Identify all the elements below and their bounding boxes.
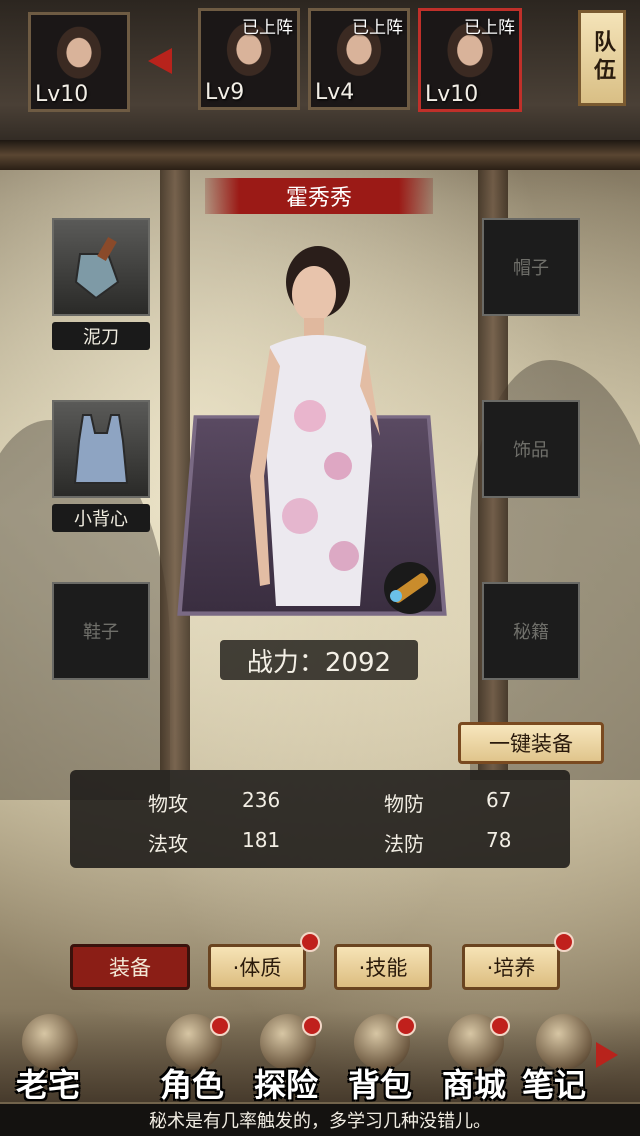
accessory-slot[interactable]: 饰品 (482, 400, 580, 498)
combat-power: 战力：2092 (220, 640, 418, 680)
nav-shop[interactable]: 商城 (428, 1010, 520, 1104)
phys-atk-label: 物攻 (148, 792, 188, 816)
mag-atk-value: 181 (242, 828, 281, 852)
member-level: Lv10 (425, 82, 479, 107)
member-status: 已上阵 (352, 18, 403, 38)
mag-atk-label: 法攻 (148, 832, 188, 856)
shoes-placeholder: 鞋子 (83, 622, 119, 643)
tab-training[interactable]: ·培养 (462, 944, 560, 990)
nav-explore[interactable]: 探险 (240, 1010, 332, 1104)
member-status: 已上阵 (464, 18, 515, 38)
leader-portrait[interactable]: Lv10 (28, 12, 130, 112)
weapon-slot[interactable] (52, 218, 150, 316)
leader-level: Lv10 (35, 82, 89, 107)
accessory-placeholder: 饰品 (513, 440, 549, 461)
member-level: Lv4 (315, 80, 355, 105)
one-click-equip-button[interactable]: 一键装备 (458, 722, 604, 764)
notification-dot (554, 932, 574, 952)
tab-skills[interactable]: ·技能 (334, 944, 432, 990)
nav-mansion[interactable]: 老宅 (2, 1010, 94, 1104)
hat-placeholder: 帽子 (513, 258, 549, 279)
notification-dot (302, 1016, 322, 1036)
nav-label: 商城 (441, 1066, 506, 1104)
team-member-2[interactable]: 已上阵 Lv4 (308, 8, 410, 110)
phys-def-value: 67 (486, 788, 512, 812)
arrow-left-icon[interactable] (148, 48, 172, 74)
nav-characters[interactable]: 角色 (146, 1010, 238, 1104)
team-button[interactable]: 队伍 (578, 10, 626, 106)
weapon-label: 泥刀 (52, 322, 150, 350)
phys-atk-value: 236 (242, 788, 281, 812)
manual-placeholder: 秘籍 (513, 622, 549, 643)
tip-text: 秘术是有几率触发的，多学习几种没错儿。 (0, 1104, 640, 1136)
shoes-slot[interactable]: 鞋子 (52, 582, 150, 680)
arrow-right-icon[interactable] (596, 1042, 618, 1068)
stats-panel: 物攻 236 物防 67 法攻 181 法防 78 (70, 770, 570, 868)
nav-label: 背包 (347, 1066, 412, 1104)
armor-slot[interactable] (52, 400, 150, 498)
hat-slot[interactable]: 帽子 (482, 218, 580, 316)
tab-equipment[interactable]: 装备 (70, 944, 190, 990)
notification-dot (300, 932, 320, 952)
nav-notes[interactable]: 笔记 (516, 1010, 592, 1102)
tab-physique[interactable]: ·体质 (208, 944, 306, 990)
notification-dot (490, 1016, 510, 1036)
member-level: Lv9 (205, 80, 245, 105)
spyglass-icon[interactable] (382, 560, 438, 616)
manual-slot[interactable]: 秘籍 (482, 582, 580, 680)
character-name: 霍秀秀 (205, 178, 433, 214)
nav-label: 角色 (159, 1066, 224, 1104)
team-member-3[interactable]: 已上阵 Lv10 (418, 8, 522, 112)
armor-label: 小背心 (52, 504, 150, 532)
mag-def-label: 法防 (384, 832, 424, 856)
nav-label: 老宅 (15, 1066, 80, 1104)
character-figure (250, 246, 380, 606)
notification-dot (396, 1016, 416, 1036)
wooden-pillar-left (160, 170, 190, 770)
notification-dot (210, 1016, 230, 1036)
mag-def-value: 78 (486, 828, 512, 852)
vest-icon (73, 414, 129, 484)
team-bar-rail (0, 140, 640, 170)
nav-backpack[interactable]: 背包 (334, 1010, 426, 1104)
phys-def-label: 物防 (384, 792, 424, 816)
nav-label: 探险 (253, 1066, 318, 1104)
nav-label: 笔记 (522, 1066, 587, 1102)
member-status: 已上阵 (242, 18, 293, 38)
trowel-icon (74, 236, 120, 300)
team-member-1[interactable]: 已上阵 Lv9 (198, 8, 300, 110)
